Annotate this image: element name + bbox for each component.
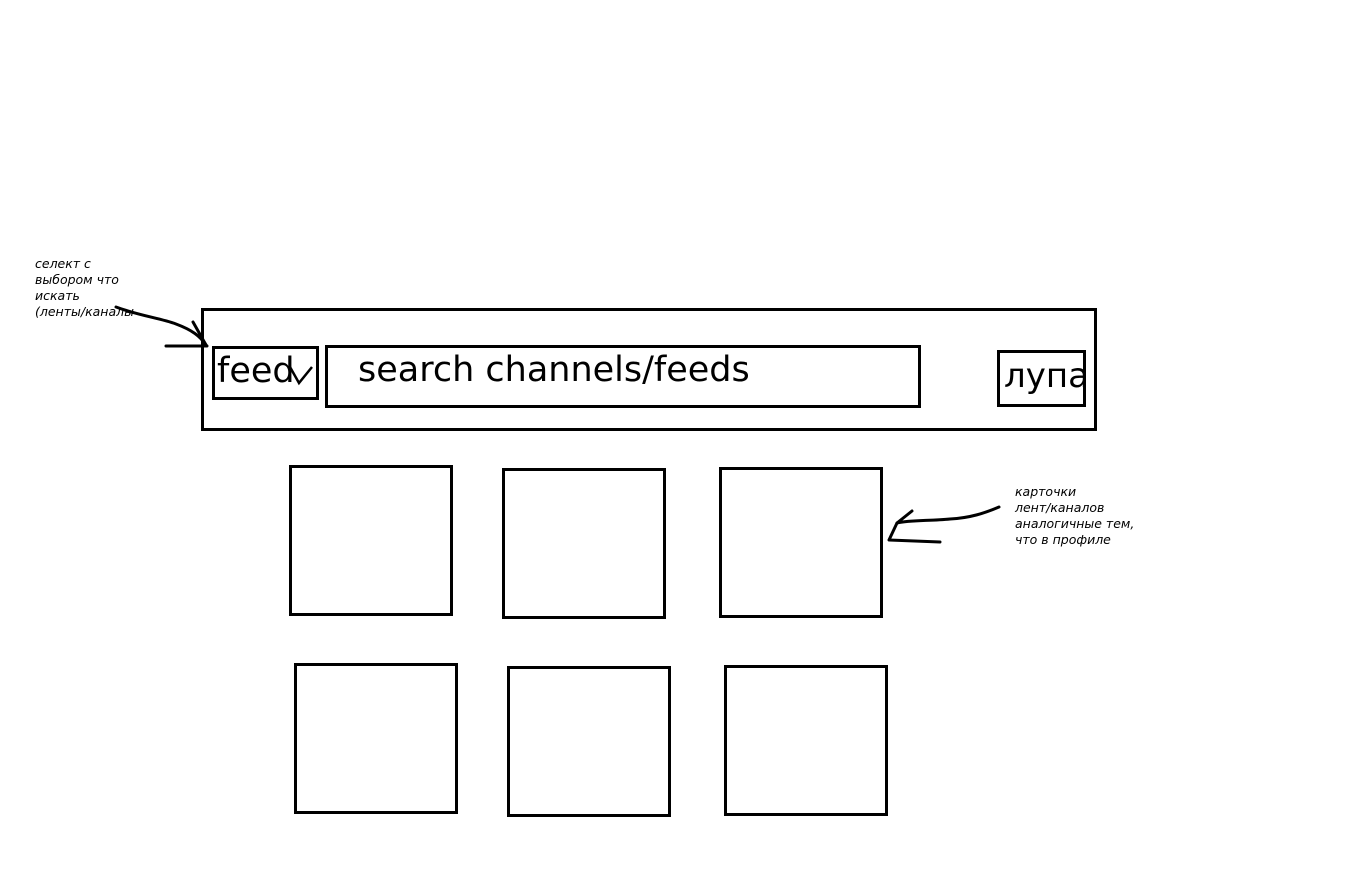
select-arrow	[114, 305, 208, 347]
cards-arrow-head	[887, 509, 942, 544]
select-arrow-head	[164, 320, 209, 348]
annotation-arrows	[114, 305, 1001, 544]
cards-arrow	[895, 505, 1001, 525]
